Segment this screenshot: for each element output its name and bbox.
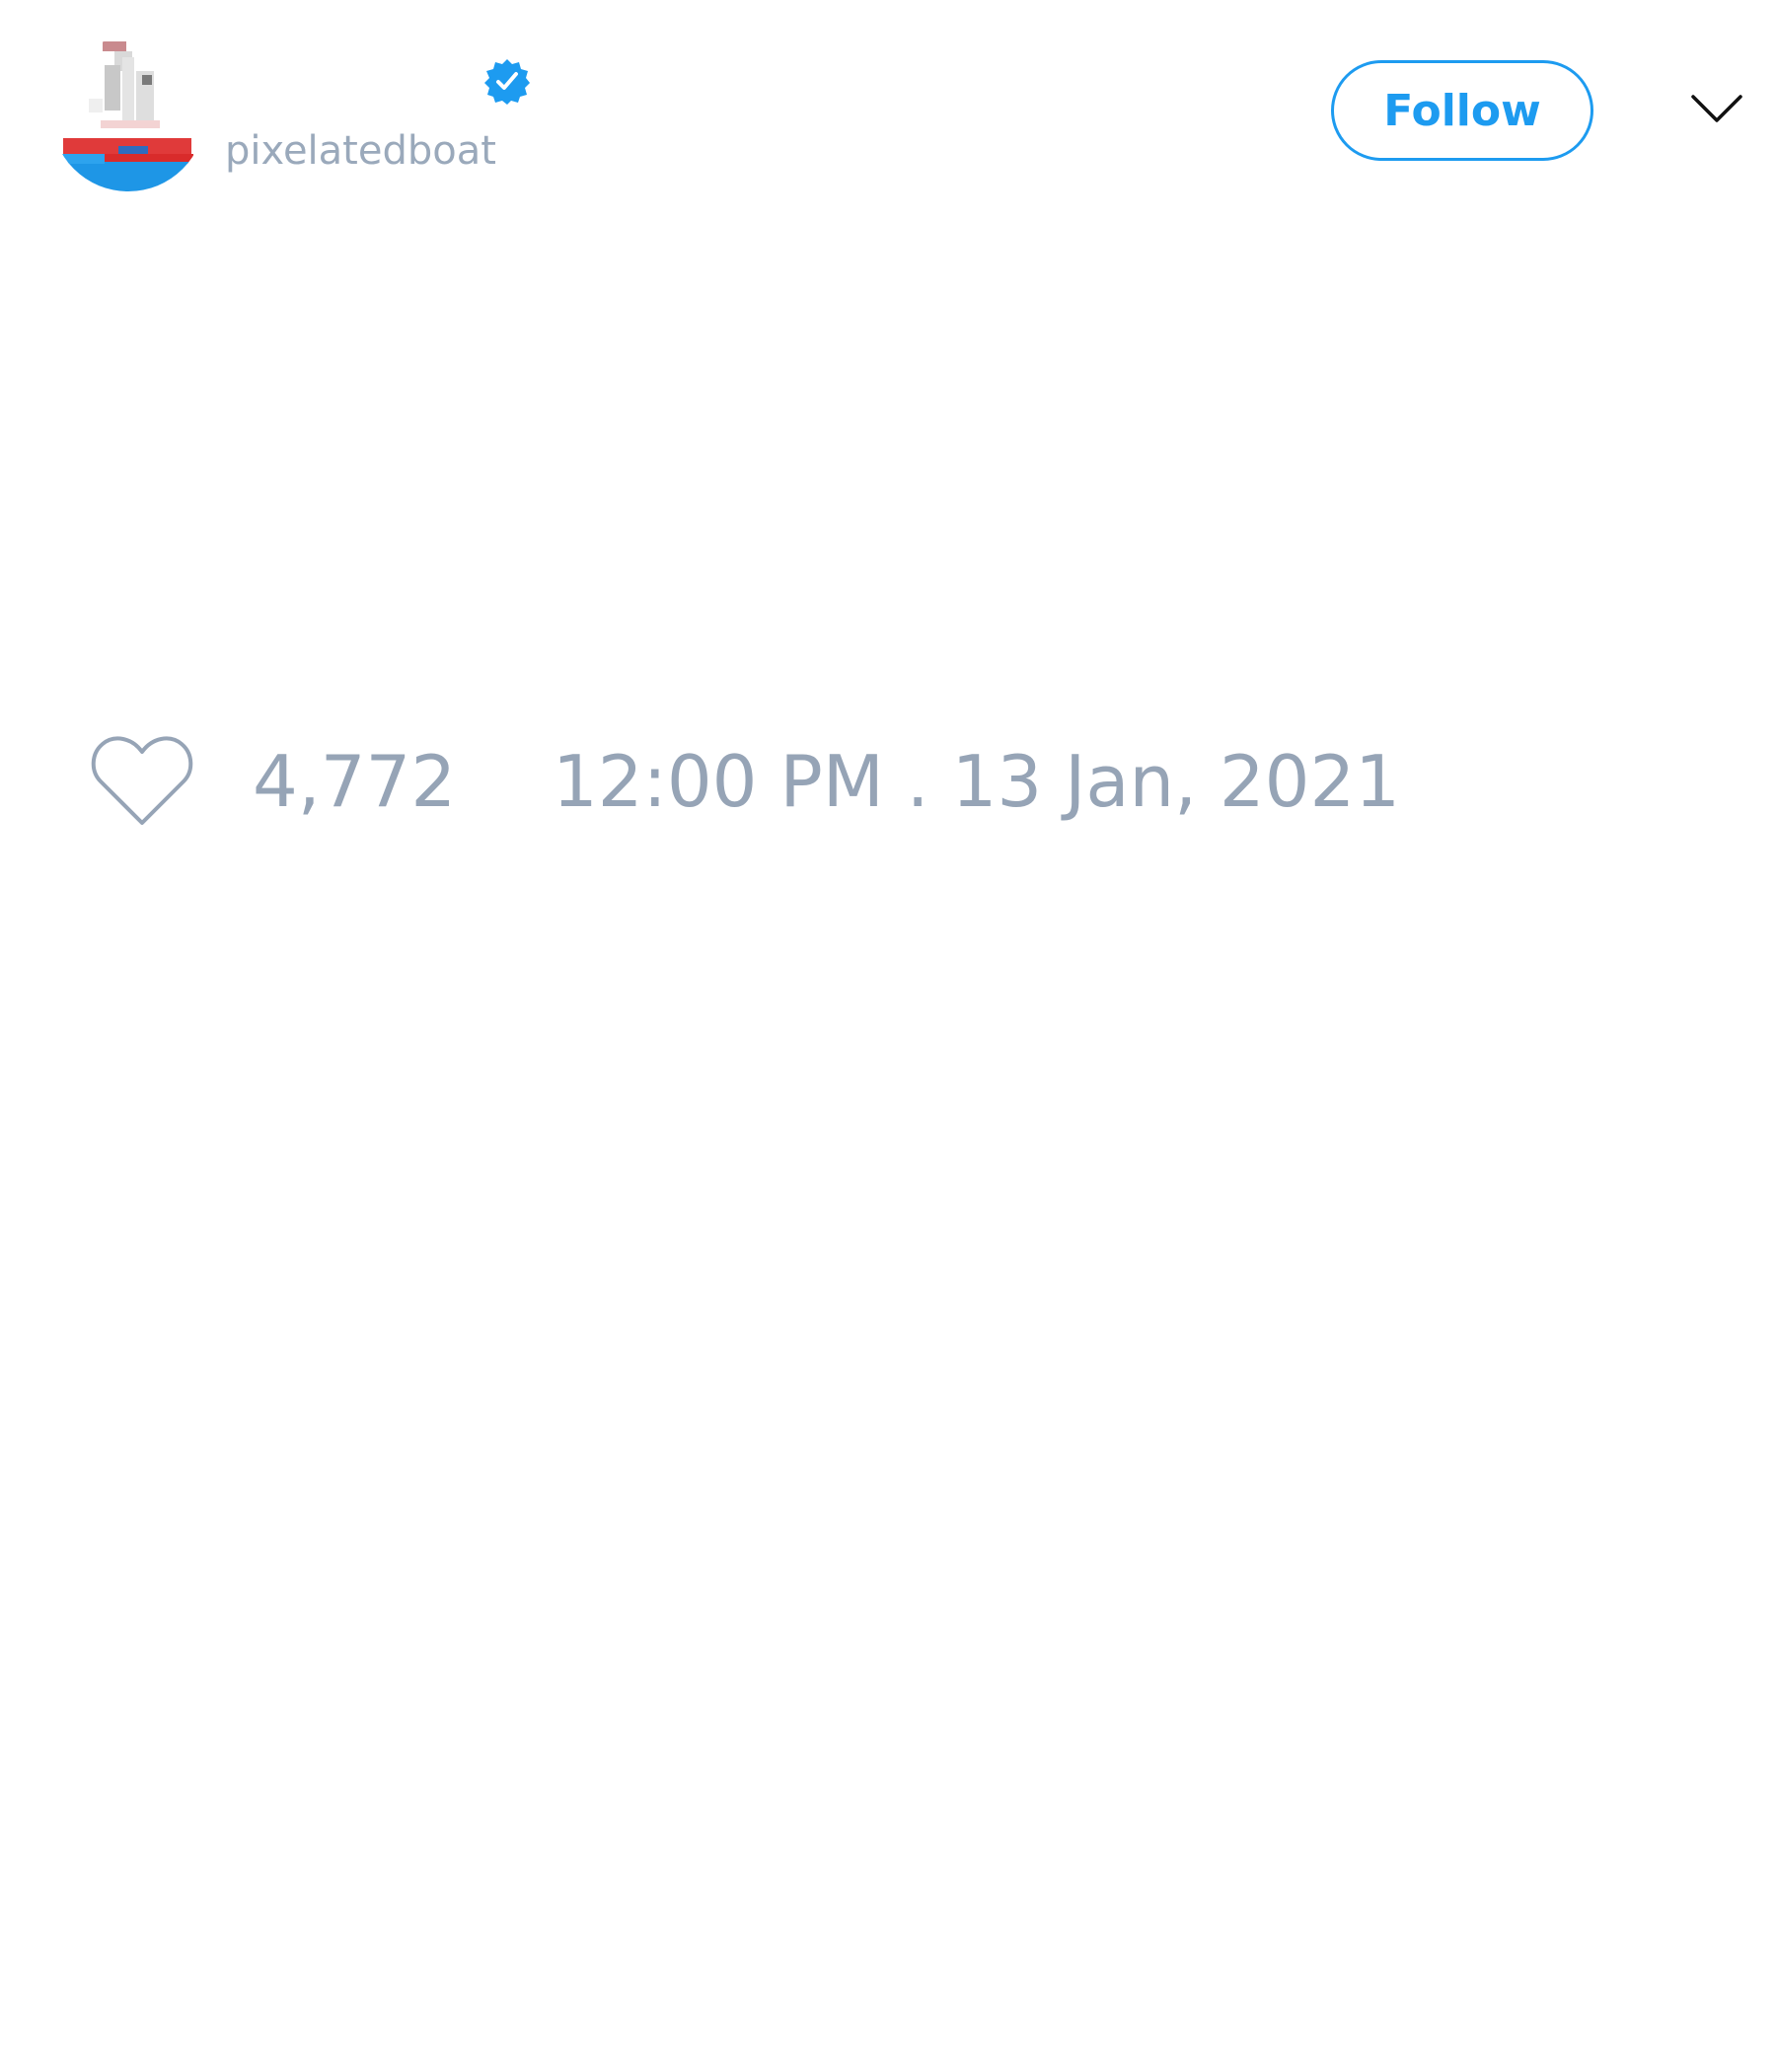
verified-badge-icon <box>484 59 530 105</box>
like-count: 4,772 <box>253 740 457 823</box>
avatar[interactable] <box>49 36 207 193</box>
follow-button[interactable]: Follow <box>1331 60 1593 161</box>
pixel-boat-avatar-icon <box>51 37 205 191</box>
chevron-down-icon[interactable] <box>1689 87 1744 132</box>
tweet-actions: 4,772 12:00 PM . 13 Jan, 2021 <box>0 720 1776 839</box>
user-handle[interactable]: pixelatedboat <box>225 124 496 178</box>
heart-outline-icon[interactable] <box>89 734 195 827</box>
tweet-card: pixelatedboat Follow 4,772 12:00 PM . 13… <box>0 0 1776 2072</box>
tweet-timestamp[interactable]: 12:00 PM . 13 Jan, 2021 <box>553 736 1400 827</box>
